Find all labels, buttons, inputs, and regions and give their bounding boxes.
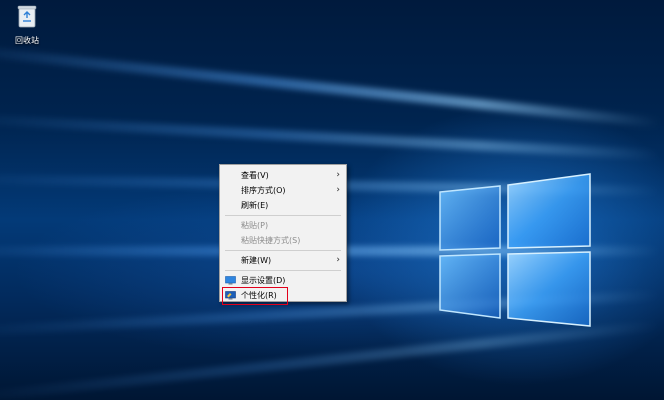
windows-logo: [439, 173, 591, 327]
personalize-icon: [225, 291, 236, 300]
menu-separator: [225, 270, 341, 271]
menu-item-label: 粘贴快捷方式(S): [241, 236, 301, 245]
menu-item-new[interactable]: 新建(W) ›: [220, 253, 346, 268]
menu-item-view[interactable]: 查看(V) ›: [220, 168, 346, 183]
menu-separator: [225, 215, 341, 216]
menu-item-display-settings[interactable]: 显示设置(D): [220, 273, 346, 288]
menu-item-paste: 粘贴(P): [220, 218, 346, 233]
desktop[interactable]: 回收站 查看(V) › 排序方式(O) › 刷新(E) 粘贴(P) 粘贴快捷方式…: [0, 0, 664, 400]
menu-item-personalize[interactable]: 个性化(R): [220, 287, 346, 305]
context-menu[interactable]: 查看(V) › 排序方式(O) › 刷新(E) 粘贴(P) 粘贴快捷方式(S) …: [219, 164, 347, 305]
recycle-bin[interactable]: 回收站: [7, 4, 47, 46]
display-settings-icon: [225, 276, 236, 285]
recycle-bin-label: 回收站: [15, 36, 39, 45]
wallpaper-light-beam: [0, 320, 661, 400]
wallpaper-light-beam: [0, 42, 661, 128]
recycle-bin-icon: [17, 5, 37, 28]
chevron-right-icon: ›: [336, 170, 340, 180]
menu-item-label: 显示设置(D): [241, 276, 286, 285]
menu-item-label: 新建(W): [241, 256, 272, 265]
menu-item-label: 排序方式(O): [241, 186, 286, 195]
menu-item-paste-shortcut: 粘贴快捷方式(S): [220, 233, 346, 248]
menu-separator: [225, 250, 341, 251]
menu-item-label: 粘贴(P): [241, 221, 269, 230]
chevron-right-icon: ›: [336, 185, 340, 195]
menu-item-label: 刷新(E): [241, 201, 269, 210]
menu-item-refresh[interactable]: 刷新(E): [220, 198, 346, 213]
menu-item-label: 查看(V): [241, 171, 269, 180]
menu-item-sort-by[interactable]: 排序方式(O) ›: [220, 183, 346, 198]
wallpaper-light-beam: [0, 112, 661, 160]
chevron-right-icon: ›: [336, 255, 340, 265]
